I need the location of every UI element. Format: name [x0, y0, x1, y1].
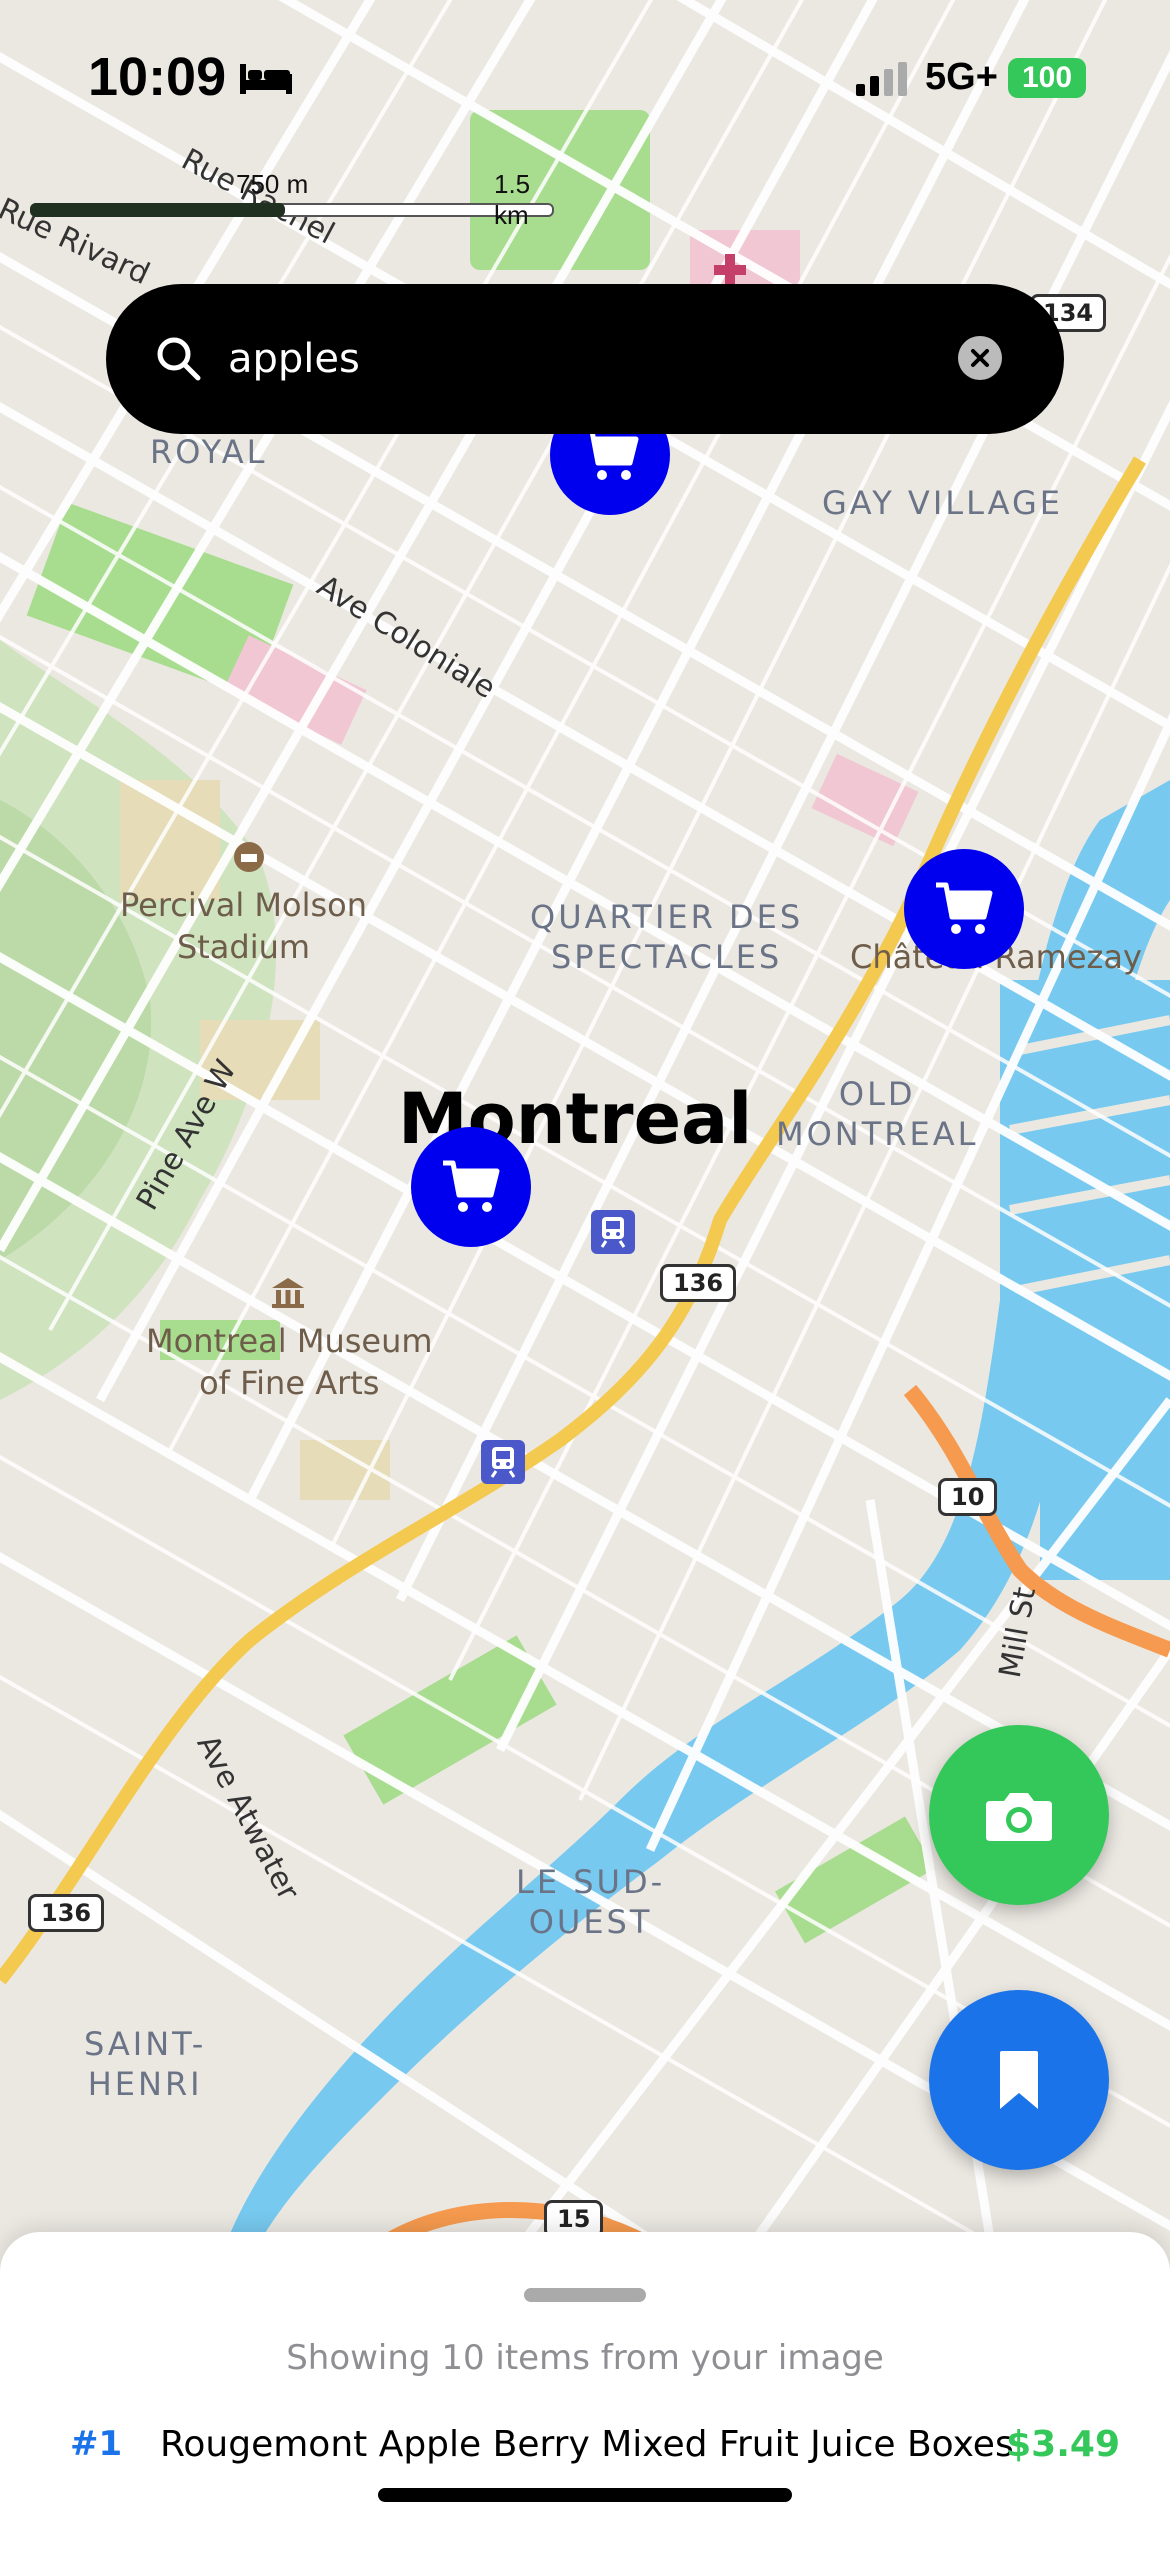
- store-pin[interactable]: [904, 849, 1024, 969]
- search-input[interactable]: apples: [228, 329, 928, 389]
- metro-station-icon[interactable]: [481, 1440, 525, 1484]
- metro-station-icon[interactable]: [591, 1210, 635, 1254]
- network-type: 5G+: [925, 56, 998, 98]
- search-bar[interactable]: apples: [106, 284, 1064, 434]
- district-label-gay-village: GAY VILLAGE: [822, 484, 1063, 522]
- stadium-icon: [232, 840, 266, 874]
- shopping-cart-icon: [936, 882, 993, 934]
- camera-button[interactable]: [929, 1725, 1109, 1905]
- cellular-signal-icon: [856, 62, 916, 96]
- route-shield-136: 136: [660, 1264, 737, 1302]
- home-indicator[interactable]: [378, 2488, 792, 2502]
- result-price: $3.49: [1006, 2424, 1120, 2465]
- result-row[interactable]: #1 Rougemont Apple Berry Mixed Fruit Jui…: [0, 2414, 1170, 2484]
- saved-button[interactable]: [929, 1990, 1109, 2170]
- route-shield-10: 10: [938, 1478, 998, 1516]
- district-label-old-montreal: OLD MONTREAL: [776, 1075, 979, 1153]
- scale-fill: [30, 203, 285, 217]
- result-name: Rougemont Apple Berry Mixed Fruit Juice …: [160, 2424, 1014, 2465]
- sheet-grabber[interactable]: [524, 2288, 646, 2302]
- poi-label-museum-of-fine-arts[interactable]: Montreal Museum of Fine Arts: [146, 1320, 433, 1404]
- clear-icon: [971, 349, 989, 367]
- clear-search-button[interactable]: [958, 336, 1002, 380]
- district-label-saint-henri: SAINT- HENRI: [84, 2025, 207, 2103]
- scale-label-2: 1.5 km: [494, 169, 531, 230]
- status-bar: 10:09 5G+ 100: [0, 0, 1170, 150]
- map-scale-bar: 750 m 1.5 km: [20, 165, 554, 230]
- bed-icon: [238, 60, 294, 96]
- status-time: 10:09: [88, 47, 227, 107]
- district-label-royal: ROYAL: [150, 433, 268, 471]
- district-label-le-sud-ouest: LE SUD- OUEST: [516, 1863, 666, 1941]
- poi-label-percival-molson-stadium[interactable]: Percival Molson Stadium: [120, 884, 367, 968]
- district-label-quartier-des-spectacles: QUARTIER DES SPECTACLES: [530, 898, 804, 976]
- scale-label-1: 750 m: [236, 169, 309, 199]
- battery-indicator: 100: [1008, 58, 1086, 98]
- museum-icon: [270, 1276, 306, 1310]
- results-caption: Showing 10 items from your image: [286, 2338, 884, 2378]
- bookmark-icon: [1000, 2051, 1038, 2109]
- shopping-cart-icon: [582, 428, 639, 480]
- route-shield-136-west: 136: [28, 1894, 105, 1932]
- result-rank: #1: [70, 2424, 123, 2464]
- camera-icon: [986, 1793, 1052, 1841]
- store-pin[interactable]: [411, 1127, 531, 1247]
- shopping-cart-icon: [443, 1160, 500, 1212]
- results-sheet[interactable]: Showing 10 items from your image #1 Roug…: [0, 2232, 1170, 2552]
- search-icon: [154, 334, 204, 384]
- hospital-icon: [712, 252, 748, 288]
